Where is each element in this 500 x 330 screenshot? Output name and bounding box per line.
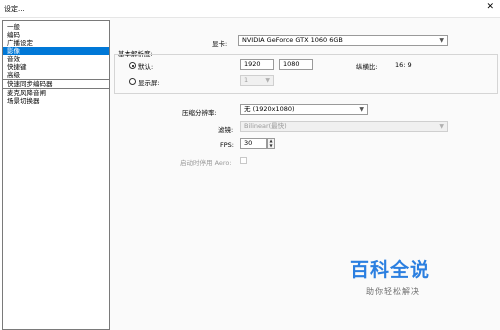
close-icon[interactable]: ✕ [486, 2, 494, 12]
aspect-ratio-value: 16: 9 [395, 61, 412, 69]
sidebar-item-broadcast[interactable]: 广播设定 [3, 39, 109, 47]
default-resolution-radio[interactable] [129, 62, 136, 69]
downscale-select[interactable]: 无 (1920x1080) ▼ [240, 104, 368, 115]
downscale-select-value: 无 (1920x1080) [244, 105, 295, 113]
sidebar-item-quicksync-encoder[interactable]: 快速同步编码器 [3, 80, 109, 88]
chevron-down-icon: ▼ [439, 37, 444, 44]
sidebar-item-video[interactable]: 影像 [3, 47, 109, 55]
resolution-width-input[interactable]: 1920 [240, 59, 274, 70]
window-title: 设定... [4, 5, 25, 13]
filter-select-value: Bilinear(最快) [244, 122, 287, 130]
filter-label: 滤镜: [218, 126, 234, 134]
sidebar-item-scene-switcher[interactable]: 场景切换器 [3, 97, 109, 105]
monitor-resolution-radio[interactable] [129, 78, 136, 85]
disable-aero-label: 启动时停用 Aero: [180, 159, 232, 167]
gpu-select[interactable]: NVIDIA GeForce GTX 1060 6GB ▼ [238, 35, 448, 46]
chevron-down-icon: ▼ [439, 123, 444, 130]
sidebar-item-audio[interactable]: 音效 [3, 55, 109, 63]
sidebar-item-hotkeys[interactable]: 快捷键 [3, 63, 109, 71]
title-bar: 设定... ✕ [0, 0, 500, 18]
chevron-down-icon: ▼ [359, 106, 364, 113]
sidebar-item-general[interactable]: 一般 [3, 23, 109, 31]
watermark-logo-text: 百科全说 [350, 259, 431, 281]
spin-down-icon[interactable]: ▼ [268, 143, 274, 149]
sidebar-item-encoding[interactable]: 编码 [3, 31, 109, 39]
monitor-resolution-label: 显示屏: [138, 79, 160, 87]
sidebar-item-advanced[interactable]: 高级 [3, 71, 109, 79]
chevron-down-icon: ▼ [265, 77, 270, 84]
fps-input[interactable]: 30 [240, 138, 267, 149]
gpu-label: 显卡: [212, 40, 228, 48]
video-settings-panel: 显卡: NVIDIA GeForce GTX 1060 6GB ▼ 基本解析度:… [110, 18, 500, 330]
settings-category-list: 一般 编码 广播设定 影像 音效 快捷键 高级 快速同步编码器 麦克风降音闸 场… [2, 20, 110, 330]
fps-spinner[interactable]: ▲ ▼ [267, 138, 275, 149]
monitor-select[interactable]: 1 ▼ [240, 75, 274, 86]
gpu-select-value: NVIDIA GeForce GTX 1060 6GB [242, 36, 343, 44]
resolution-height-input[interactable]: 1080 [279, 59, 313, 70]
disable-aero-checkbox[interactable] [240, 157, 247, 164]
downscale-label: 压缩分辨率: [182, 109, 217, 117]
watermark-subtitle: 助你轻松解决 [366, 287, 420, 296]
default-resolution-label: 默认: [138, 63, 154, 71]
filter-select[interactable]: Bilinear(最快) ▼ [240, 121, 448, 132]
fps-label: FPS: [220, 141, 234, 149]
monitor-select-value: 1 [244, 76, 249, 84]
sidebar-item-mic-noise-gate[interactable]: 麦克风降音闸 [3, 89, 109, 97]
aspect-ratio-label: 纵横比: [356, 63, 378, 71]
